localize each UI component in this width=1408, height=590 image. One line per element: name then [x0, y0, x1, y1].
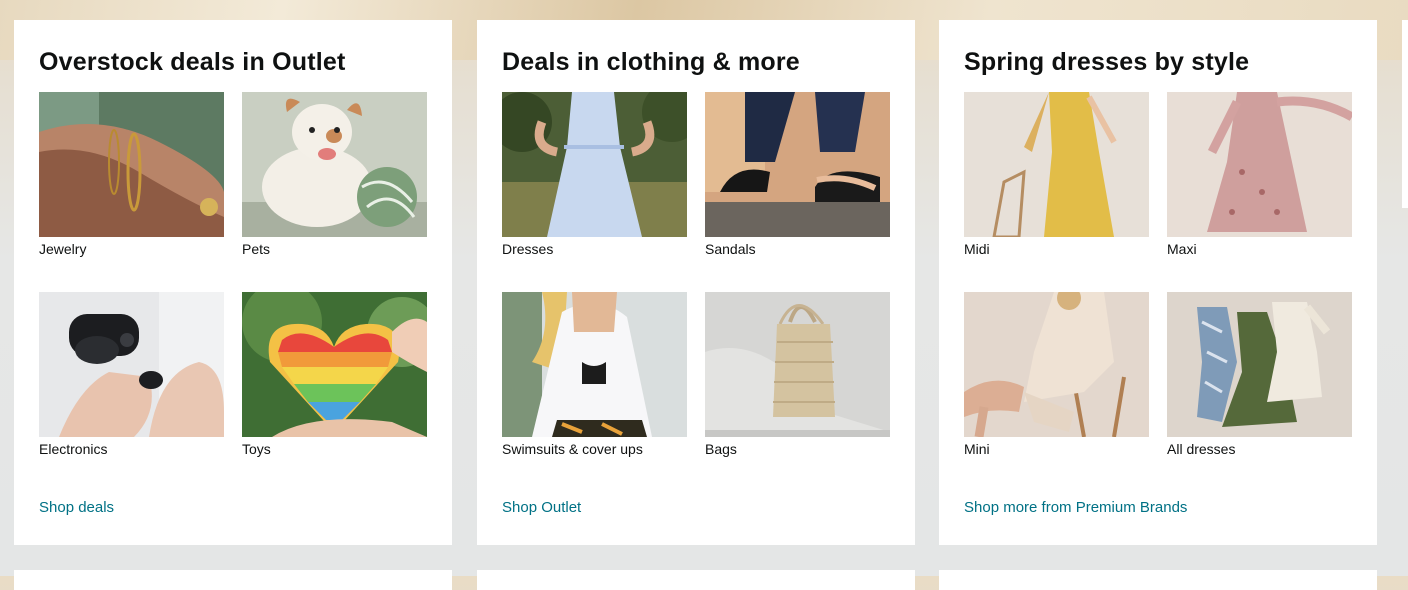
shop-premium-brands-link[interactable]: Shop more from Premium Brands	[964, 499, 1187, 516]
bags-image[interactable]	[705, 292, 890, 437]
tile-label[interactable]: Jewelry	[39, 241, 224, 257]
tile-toys[interactable]: Toys	[242, 292, 427, 457]
card-clothing-deals: Deals in clothing & more Dresses Sandals…	[477, 20, 915, 545]
tile-sandals[interactable]: Sandals	[705, 92, 890, 257]
tile-dresses[interactable]: Dresses	[502, 92, 687, 257]
electronics-image[interactable]	[39, 292, 224, 437]
tile-label[interactable]: Dresses	[502, 241, 687, 257]
next-card-edge	[1402, 20, 1408, 208]
next-row-card	[477, 570, 915, 590]
tile-label[interactable]: Midi	[964, 241, 1149, 257]
jewelry-image[interactable]	[39, 92, 224, 237]
tile-label[interactable]: Maxi	[1167, 241, 1352, 257]
mini-image[interactable]	[964, 292, 1149, 437]
tile-mini[interactable]: Mini	[964, 292, 1149, 457]
tile-pets[interactable]: Pets	[242, 92, 427, 257]
tile-electronics[interactable]: Electronics	[39, 292, 224, 457]
shop-deals-link[interactable]: Shop deals	[39, 499, 114, 516]
card-spring-dresses: Spring dresses by style Midi Maxi Mini A…	[939, 20, 1377, 545]
tile-label[interactable]: Bags	[705, 441, 890, 457]
toys-image[interactable]	[242, 292, 427, 437]
sandals-image[interactable]	[705, 92, 890, 237]
card-overstock-deals: Overstock deals in Outlet Jewelry Pets E…	[14, 20, 452, 545]
tile-label[interactable]: All dresses	[1167, 441, 1352, 457]
dresses-image[interactable]	[502, 92, 687, 237]
tile-label[interactable]: Electronics	[39, 441, 224, 457]
tile-label[interactable]: Toys	[242, 441, 427, 457]
tile-bags[interactable]: Bags	[705, 292, 890, 457]
midi-image[interactable]	[964, 92, 1149, 237]
card-title: Deals in clothing & more	[502, 48, 800, 76]
card-title: Spring dresses by style	[964, 48, 1250, 76]
tile-label[interactable]: Sandals	[705, 241, 890, 257]
card-title: Overstock deals in Outlet	[39, 48, 346, 76]
tile-maxi[interactable]: Maxi	[1167, 92, 1352, 257]
tile-all-dresses[interactable]: All dresses	[1167, 292, 1352, 457]
tile-label[interactable]: Pets	[242, 241, 427, 257]
maxi-image[interactable]	[1167, 92, 1352, 237]
tile-jewelry[interactable]: Jewelry	[39, 92, 224, 257]
pets-image[interactable]	[242, 92, 427, 237]
swimsuits-image[interactable]	[502, 292, 687, 437]
tile-label[interactable]: Swimsuits & cover ups	[502, 441, 687, 457]
tile-swimsuits[interactable]: Swimsuits & cover ups	[502, 292, 687, 457]
tile-label[interactable]: Mini	[964, 441, 1149, 457]
next-row-card	[939, 570, 1377, 590]
shop-outlet-link[interactable]: Shop Outlet	[502, 499, 581, 516]
tile-midi[interactable]: Midi	[964, 92, 1149, 257]
all-dresses-image[interactable]	[1167, 292, 1352, 437]
next-row-card	[14, 570, 452, 590]
